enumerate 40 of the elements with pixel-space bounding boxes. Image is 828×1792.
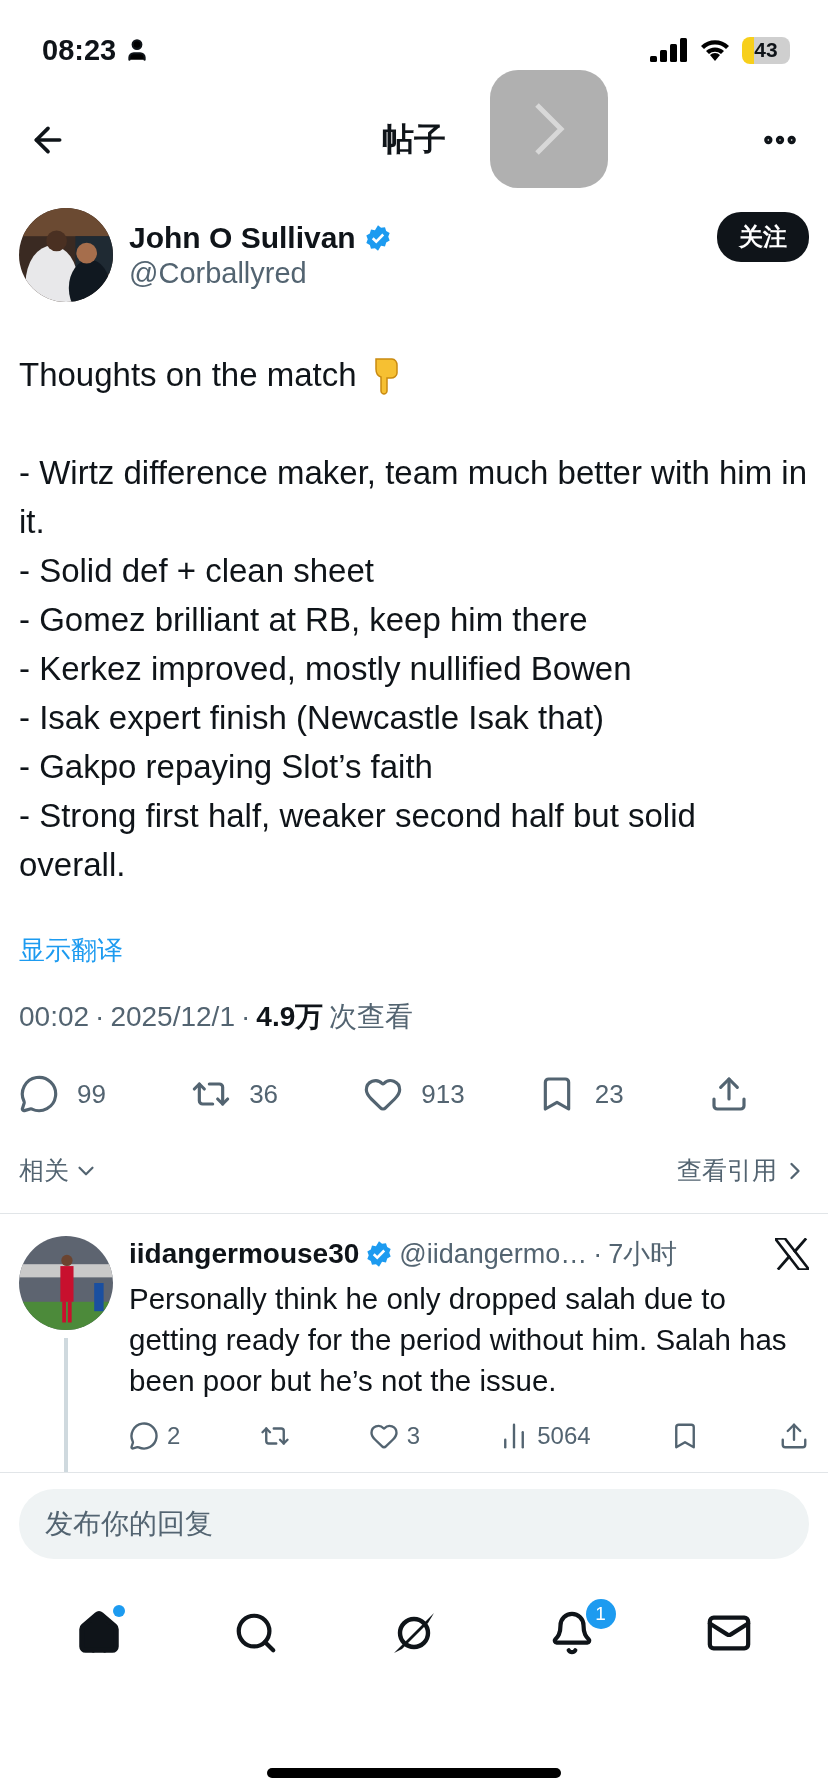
views-label: 次查看	[329, 1000, 414, 1034]
action-count: 3	[406, 1422, 421, 1450]
post-text: - Solid def + clean sheet	[19, 551, 375, 591]
action-count: 23	[594, 1078, 624, 1110]
reply-input-field[interactable]: 发布你的回复	[19, 1489, 809, 1559]
action-count: 99	[77, 1078, 106, 1110]
notification-count-badge: 1	[585, 1599, 616, 1629]
post-text: - Strong first half, weaker second half but solid overall.	[19, 796, 697, 885]
x-logo-icon	[775, 1238, 809, 1270]
follow-button[interactable]: 关注	[717, 212, 809, 262]
view-count: 4.9万	[256, 1000, 324, 1034]
reply-author-name[interactable]: iidangermouse30	[129, 1238, 360, 1270]
action-count: 5064	[537, 1422, 591, 1450]
action-count: 913	[421, 1078, 465, 1110]
reply-icon[interactable]	[19, 1074, 59, 1114]
separator-dot: ·	[95, 1001, 105, 1033]
action-count: 36	[249, 1078, 279, 1110]
clock-time: 08:23	[42, 33, 117, 67]
signal-icon	[650, 38, 688, 62]
action-count: 2	[167, 1422, 181, 1450]
page-title: 帖子	[382, 120, 446, 159]
reply-icon[interactable]	[129, 1421, 159, 1451]
post-text: Thoughts on the match	[19, 355, 357, 395]
related-dropdown[interactable]: 相关	[19, 1154, 99, 1187]
post-text: - Wirtz difference maker, team much better with him in it.	[19, 453, 808, 542]
post-text: - Kerkez improved, mostly nullified Bowen	[19, 649, 633, 689]
author-handle[interactable]: @Corballyred	[129, 256, 701, 290]
separator-dot: ·	[241, 1001, 251, 1033]
post-text: - Gomez brilliant at RB, keep him there	[19, 600, 589, 640]
reply-text: Personally think he only dropped salah due to getting ready for the period without him. Salah has been poor but he’s not the issue.	[129, 1281, 788, 1399]
author-name[interactable]: John O Sullivan	[129, 220, 356, 255]
separator-dot: ·	[593, 1238, 603, 1270]
post-text: - Isak expert finish (Newcastle Isak that)	[19, 698, 606, 738]
post-text: - Gakpo repaying Slot’s faith	[19, 747, 434, 787]
battery-indicator: 43	[742, 36, 790, 64]
post-date: 2025/12/1	[110, 1001, 235, 1033]
post-time: 00:02	[19, 1001, 90, 1033]
reply-author-handle[interactable]: @iidangermo…	[399, 1238, 588, 1270]
reply-time: 7小时	[608, 1238, 678, 1271]
view-quotes-link[interactable]: 查看引用	[677, 1154, 809, 1187]
